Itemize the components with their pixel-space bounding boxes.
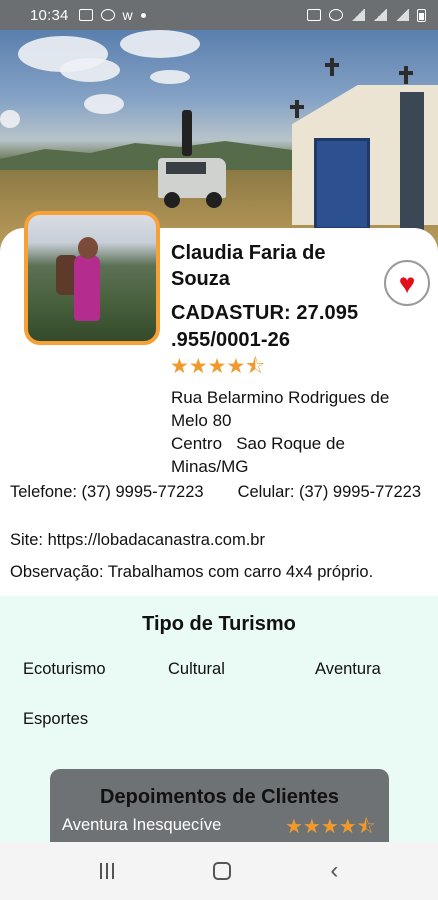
back-button[interactable]: ‹ <box>330 859 338 883</box>
status-time: 10:34 <box>30 6 69 24</box>
signal-icon <box>373 9 387 21</box>
mobile-number[interactable]: Celular: (37) 9995-77223 <box>238 483 421 501</box>
favorite-button[interactable]: ♥ <box>384 260 430 306</box>
review-rating: ★★★★⯪ <box>285 816 376 838</box>
contact-info: Telefone: (37) 9995-77223 Celular: (37) 9… <box>10 482 430 503</box>
guide-avatar <box>24 211 160 345</box>
gallery-icon <box>78 9 93 21</box>
whatsapp-icon <box>100 9 115 21</box>
app-notification-icon: w <box>122 7 133 23</box>
tourism-type: Esportes <box>23 710 89 728</box>
tourism-type: Cultural <box>168 660 225 678</box>
navigation-bar: ‹ <box>0 842 438 900</box>
tourism-type: Ecoturismo <box>23 660 106 678</box>
observation-text: Observação: Trabalhamos com carro 4x4 pr… <box>10 563 374 581</box>
wifi-icon <box>351 9 365 21</box>
testimonials-title: Depoimentos de Clientes <box>100 786 339 808</box>
cadastur-number: CADASTUR: 27.095 .955/0001-26 <box>171 302 359 351</box>
home-button[interactable] <box>212 862 231 880</box>
heart-icon: ♥ <box>398 268 416 299</box>
address-city: Centro Sao Roque de Minas/MG <box>171 434 350 476</box>
review-title: Aventura Inesquecíve <box>62 816 222 834</box>
more-notifications-icon <box>140 12 146 18</box>
guide-rating: ★★★★⯪ <box>170 355 266 378</box>
guide-address: Rua Belarmino Rodrigues de Melo 80 Centr… <box>171 386 401 478</box>
address-street: Rua Belarmino Rodrigues de Melo 80 <box>171 388 390 430</box>
alarm-icon <box>329 9 343 21</box>
phone-number[interactable]: Telefone: (37) 9995-77223 <box>10 483 204 501</box>
tourism-title: Tipo de Turismo <box>142 613 296 635</box>
recents-button[interactable] <box>99 863 114 879</box>
nfc-icon <box>307 9 321 21</box>
tourism-type: Aventura <box>315 660 381 678</box>
guide-name: Claudia Faria de Souza <box>171 242 326 290</box>
signal-2-icon <box>395 9 409 21</box>
website-link[interactable]: Site: https://lobadacanastra.com.br <box>10 531 265 550</box>
status-bar: 10:34 w <box>0 0 438 30</box>
battery-icon <box>417 8 426 22</box>
